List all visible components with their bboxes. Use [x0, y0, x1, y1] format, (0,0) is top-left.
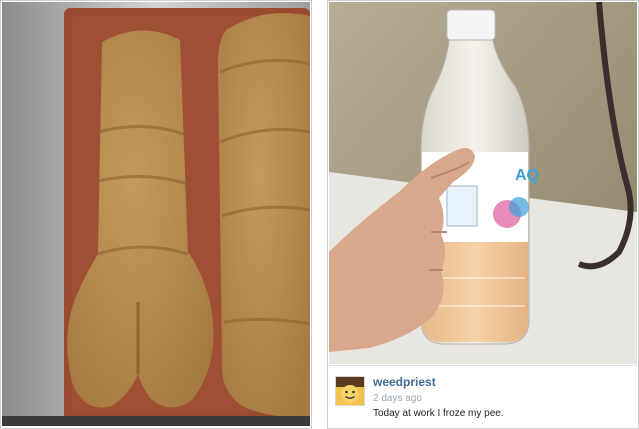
post-timestamp[interactable]: 2 days ago: [373, 393, 422, 404]
right-loaf: [218, 13, 310, 417]
bread-loaves-photo: [2, 2, 310, 426]
bottle-photo: AQ: [329, 2, 637, 364]
smiley-avatar-icon[interactable]: [335, 376, 365, 406]
bottle-in-hand-photo: AQ: [329, 2, 637, 364]
post-username[interactable]: weedpriest: [373, 375, 436, 389]
bread-photo: [2, 2, 310, 426]
right-post-panel: AQ weedpriest 2 days ago Today at work I…: [327, 0, 639, 429]
post-caption-bar: weedpriest 2 days ago Today at work I fr…: [329, 365, 637, 428]
bottle-brand-mark: AQ: [515, 167, 539, 184]
post-caption: Today at work I froze my pee.: [373, 408, 504, 419]
left-image-panel: [0, 0, 312, 429]
